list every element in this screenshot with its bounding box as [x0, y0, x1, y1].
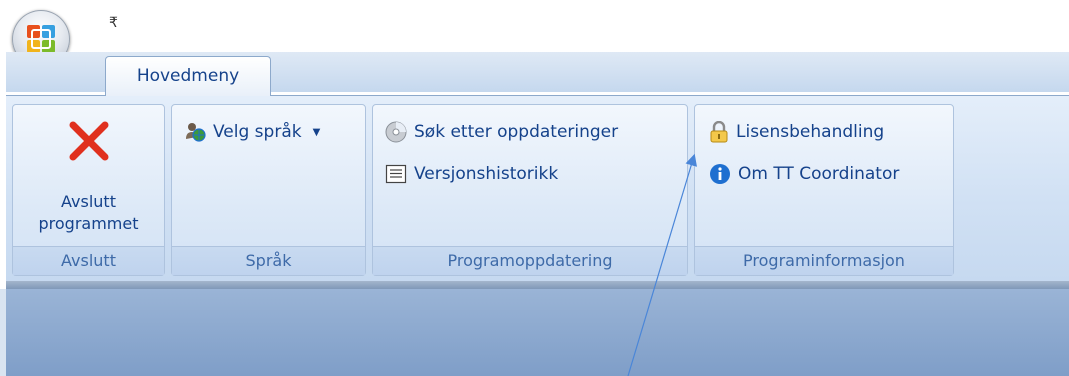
padlock-icon: [710, 121, 728, 143]
red-x-icon: [69, 121, 109, 161]
versjonshistorikk-button[interactable]: Versjonshistorikk: [385, 163, 558, 185]
language-people-icon: [186, 123, 206, 142]
document-list-icon: [385, 164, 407, 184]
group-label-avslutt: Avslutt: [13, 246, 164, 275]
chevron-down-icon: ▼: [312, 126, 321, 138]
om-tt-coordinator-label: Om TT Coordinator: [738, 164, 900, 184]
info-icon: [710, 164, 730, 184]
exit-button-label-line2: programmet: [38, 214, 139, 233]
workspace-area: [6, 289, 1069, 376]
group-label-programoppdatering: Programoppdatering: [373, 246, 687, 275]
exit-button-label-line1: Avslutt: [61, 192, 116, 211]
exit-button[interactable]: Avslutt programmet: [13, 105, 164, 245]
velg-sprak-dropdown[interactable]: Velg språk ▼: [184, 121, 320, 143]
om-tt-coordinator-button[interactable]: Om TT Coordinator: [709, 163, 899, 185]
velg-sprak-label: Velg språk: [213, 122, 302, 142]
ribbon-bottom-separator: [6, 281, 1069, 289]
group-programinformasjon: Lisensbehandling Om TT Coordinator Progr…: [694, 104, 954, 276]
office-logo-icon: [27, 25, 55, 53]
tab-hovedmeny[interactable]: Hovedmeny: [105, 56, 271, 96]
sok-etter-oppdateringer-label: Søk etter oppdateringer: [414, 122, 619, 142]
group-label-sprak: Språk: [172, 246, 365, 275]
group-label-programinformasjon: Programinformasjon: [695, 246, 953, 275]
group-sprak: Velg språk ▼ Språk: [171, 104, 366, 276]
cd-disc-icon: [385, 121, 407, 143]
customize-quick-access-icon[interactable]: ₹: [109, 16, 118, 30]
lisensbehandling-button[interactable]: Lisensbehandling: [709, 121, 884, 143]
sok-etter-oppdateringer-button[interactable]: Søk etter oppdateringer: [385, 121, 618, 143]
group-programoppdatering: Søk etter oppdateringer Versjonshistorik…: [372, 104, 688, 276]
group-avslutt: Avslutt programmet Avslutt: [12, 104, 165, 276]
versjonshistorikk-label: Versjonshistorikk: [414, 164, 559, 184]
lisensbehandling-label: Lisensbehandling: [736, 122, 885, 142]
